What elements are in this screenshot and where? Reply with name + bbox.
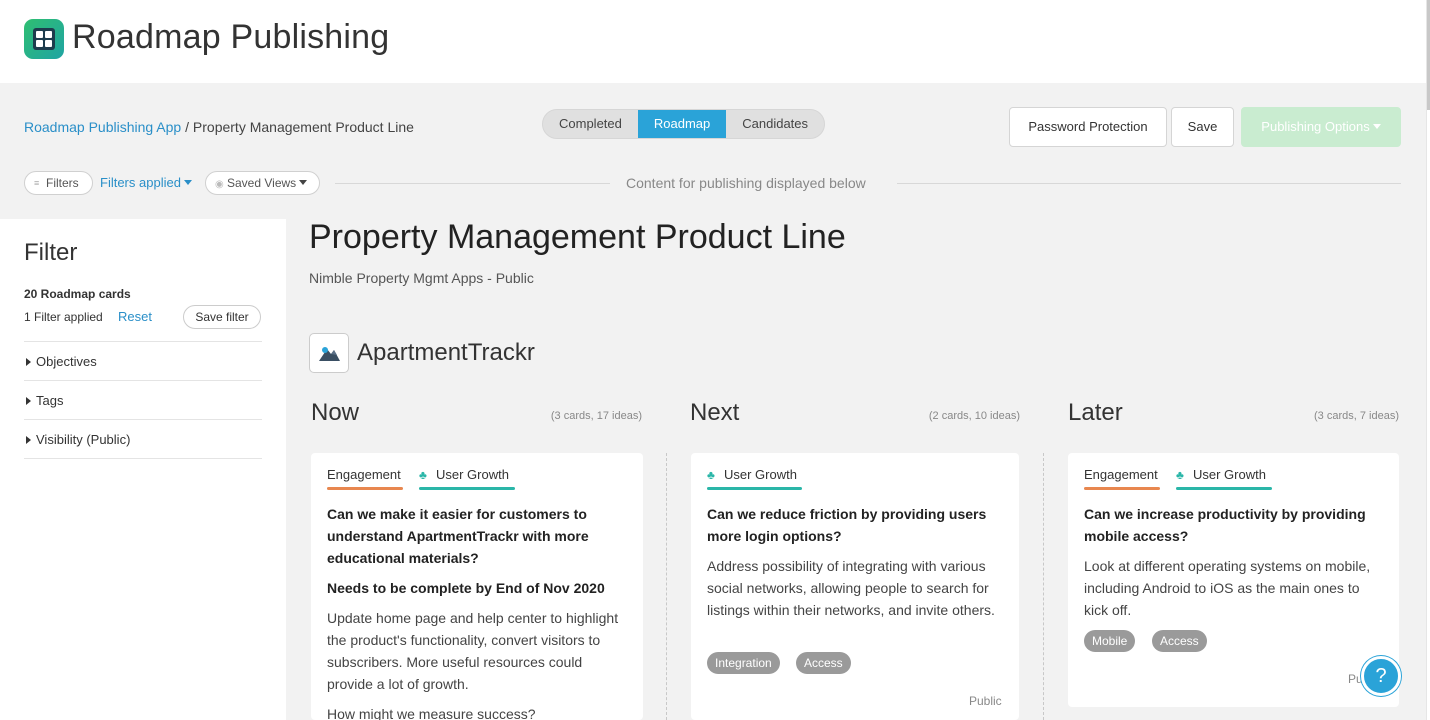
divider [24,458,262,459]
column-meta-next: (2 cards, 10 ideas) [928,410,1020,422]
roadmap-card[interactable]: Engagement ♣ User Growth Can we increase … [1068,453,1399,707]
breadcrumb: Roadmap Publishing App / Property Manage… [24,119,414,135]
eye-icon: ◉ [215,179,224,190]
page-subtitle: Nimble Property Mgmt Apps - Public [309,270,534,286]
tag-user-growth: ♣ User Growth [1176,467,1272,490]
reset-link[interactable]: Reset [118,309,152,324]
filters-applied-count: 1 Filter applied [24,310,103,324]
help-button[interactable]: ? [1361,656,1401,696]
users-icon: ♣ [1176,468,1184,482]
chevron-down-icon [299,180,308,185]
view-tab-group: Completed Roadmap Candidates [542,109,826,139]
column-meta-later: (3 cards, 7 ideas) [1314,410,1399,422]
breadcrumb-separator: / [181,119,193,135]
card-title: Can we increase productivity by providin… [1084,506,1366,544]
filter-lines-icon: ≡ [34,178,40,188]
filter-panel-title: Filter [24,239,78,266]
save-button[interactable]: Save [1171,107,1234,147]
filters-button[interactable]: ≡ Filters [24,171,93,195]
label-pill: Access [1152,630,1207,652]
roadmap-card[interactable]: ♣ User Growth Can we reduce friction by p… [691,453,1019,720]
tag-label: User Growth [436,467,509,482]
chevron-down-icon [183,180,192,185]
tag-engagement: Engagement [327,467,403,490]
visibility-label: Public [969,694,1002,708]
app-logo-icon [24,19,64,59]
tab-candidates[interactable]: Candidates [726,110,824,138]
page-title: Property Management Product Line [309,218,846,256]
card-description: Look at different operating systems on m… [1084,558,1371,618]
filter-section-visibility[interactable]: Visibility (Public) [24,419,262,458]
divider [897,183,1401,184]
tag-user-growth: ♣ User Growth [419,467,515,490]
publishing-options-label: Publishing Options [1261,119,1370,134]
tab-completed[interactable]: Completed [543,110,638,138]
column-title-next: Next [690,399,740,426]
chevron-down-icon [1372,124,1381,129]
roadmap-card-count: 20 Roadmap cards [24,287,131,301]
card-title: Can we make it easier for customers to u… [327,506,589,566]
divider [335,183,610,184]
filter-panel: Filter 20 Roadmap cards 1 Filter applied… [0,219,286,720]
product-name: ApartmentTrackr [357,339,535,366]
column-title-later: Later [1068,399,1123,426]
tab-roadmap[interactable]: Roadmap [637,110,727,138]
page-scrollbar[interactable] [1426,0,1430,720]
product-logo-icon [309,333,349,373]
top-bar: Roadmap Publishing [0,0,1426,83]
tag-label: Engagement [327,467,401,482]
saved-views-dropdown[interactable]: ◉ Saved Views [205,171,320,195]
label-pill: Access [796,652,851,674]
tag-user-growth: ♣ User Growth [707,467,802,490]
content-caption: Content for publishing displayed below [626,175,866,191]
filters-applied-dropdown[interactable]: Filters applied [100,175,192,190]
column-divider [1043,453,1044,720]
question-icon: ? [1375,665,1387,687]
saved-views-label: Saved Views [227,176,297,190]
password-protection-button[interactable]: Password Protection [1009,107,1167,147]
save-filter-button[interactable]: Save filter [183,305,261,329]
card-extra-text: How might we measure success? [327,706,536,720]
label-pill: Mobile [1084,630,1136,652]
column-meta-now: (3 cards, 17 ideas) [550,410,642,422]
tag-label: User Growth [724,467,797,482]
card-subtitle: Needs to be complete by End of Nov 2020 [327,580,605,596]
users-icon: ♣ [419,468,427,482]
app-title: Roadmap Publishing [72,18,390,56]
breadcrumb-parent-link[interactable]: Roadmap Publishing App [24,119,181,135]
breadcrumb-current: Property Management Product Line [192,119,414,135]
users-icon: ♣ [707,468,715,482]
card-description: Address possibility of integrating with … [707,558,995,618]
tag-label: Engagement [1084,467,1158,482]
tag-label: User Growth [1193,467,1266,482]
column-divider [666,453,667,720]
label-pill: Integration [707,652,780,674]
filters-label: Filters [46,176,79,190]
card-title: Can we reduce friction by providing user… [707,506,987,544]
tag-engagement: Engagement [1084,467,1160,490]
filters-applied-label: Filters applied [100,175,181,190]
filter-section-tags[interactable]: Tags [24,380,262,419]
filter-section-objectives[interactable]: Objectives [24,341,262,380]
card-description: Update home page and help center to high… [327,610,619,692]
roadmap-card[interactable]: Engagement ♣ User Growth Can we make it e… [311,453,643,720]
column-title-now: Now [311,399,360,426]
publishing-options-button[interactable]: Publishing Options [1241,107,1401,147]
